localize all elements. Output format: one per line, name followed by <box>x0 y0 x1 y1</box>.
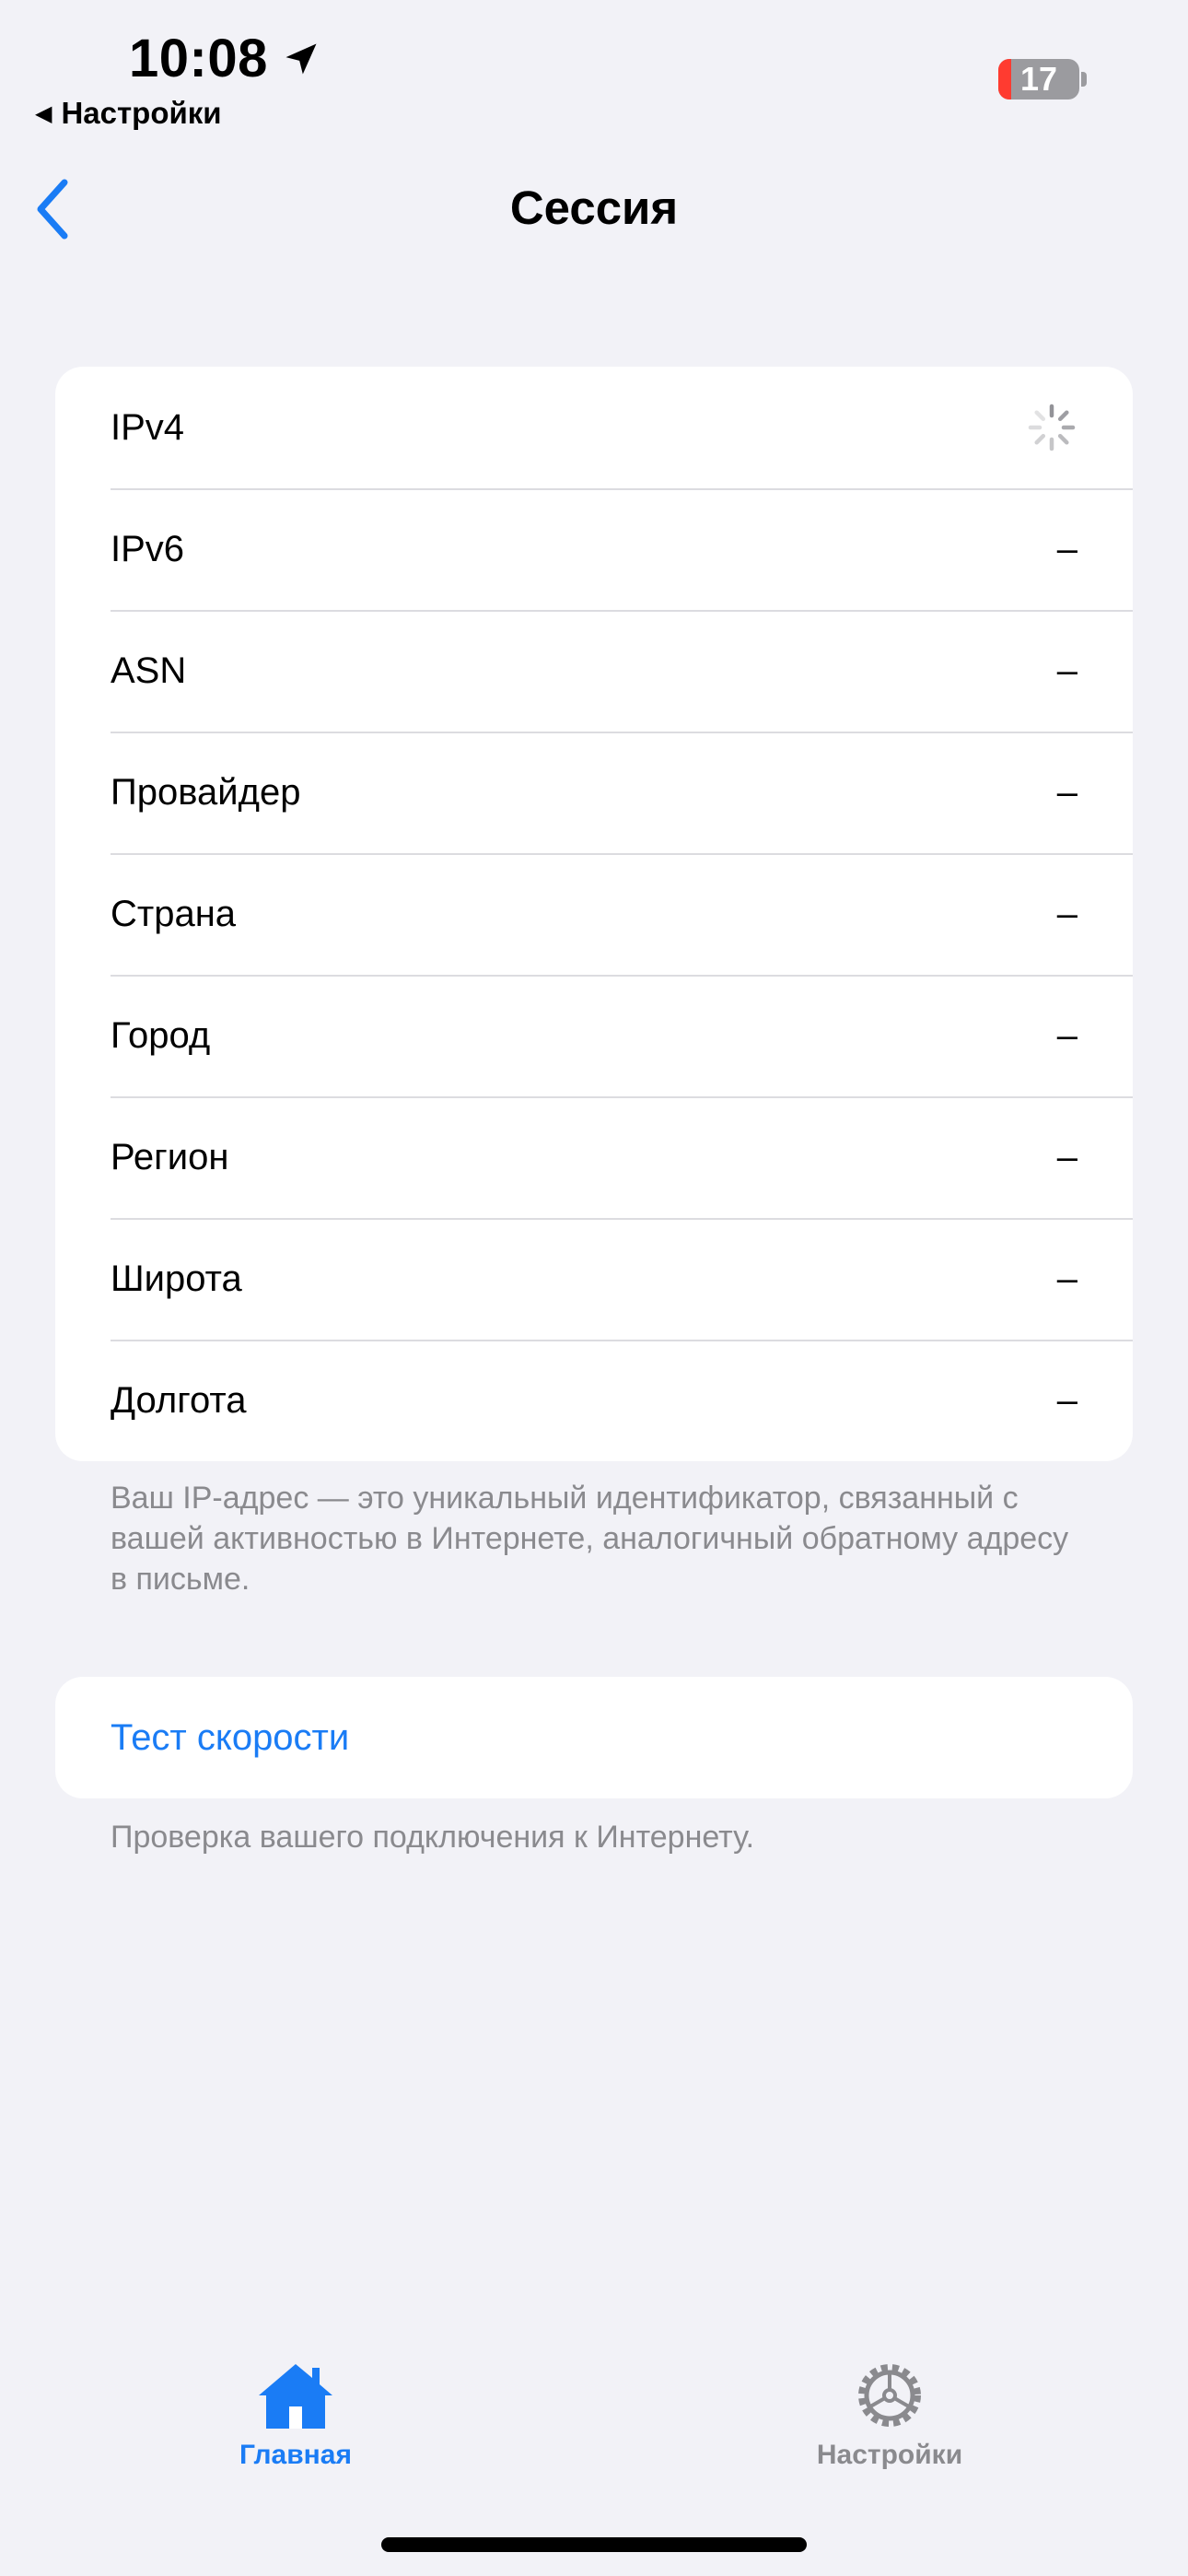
info-row-value: – <box>1056 1379 1077 1421</box>
info-row-label: Провайдер <box>111 771 301 813</box>
info-row-latitude: Широта – <box>55 1218 1133 1340</box>
tab-home-label: Главная <box>239 2440 352 2470</box>
info-row-value: – <box>1056 650 1077 691</box>
battery-level: 17 <box>1019 60 1058 98</box>
back-to-app-link[interactable]: ◀ Настройки <box>35 96 222 131</box>
back-triangle-icon: ◀ <box>35 100 52 126</box>
info-row-longitude: Долгота – <box>55 1340 1133 1461</box>
battery-cap <box>1081 72 1087 87</box>
location-arrow-icon <box>285 43 317 74</box>
battery-indicator: 17 <box>998 59 1079 100</box>
session-info-list: IPv4 IPv6 – ASN – Провайдер – Страна – Г… <box>55 367 1133 1461</box>
home-indicator <box>381 2537 807 2552</box>
speed-test-button[interactable]: Тест скорости <box>55 1677 1133 1798</box>
page-title: Сессия <box>509 181 679 234</box>
info-row-city: Город – <box>55 975 1133 1096</box>
info-row-label: Город <box>111 1014 211 1056</box>
info-row-region: Регион – <box>55 1096 1133 1218</box>
loading-spinner-icon <box>1028 404 1076 451</box>
info-row-label: Долгота <box>111 1379 247 1421</box>
info-row-value: – <box>1056 771 1077 813</box>
info-row-asn: ASN – <box>55 610 1133 732</box>
speed-test-section: Тест скорости <box>55 1677 1133 1798</box>
info-row-provider: Провайдер – <box>55 732 1133 853</box>
info-row-country: Страна – <box>55 853 1133 975</box>
info-row-value: – <box>1056 1258 1077 1299</box>
info-row-value: – <box>1056 528 1077 569</box>
house-icon <box>259 2364 332 2429</box>
info-row-value: – <box>1056 1014 1077 1056</box>
battery-charge-fill <box>998 59 1011 100</box>
tab-home[interactable]: Главная <box>185 2359 406 2471</box>
speed-test-label: Тест скорости <box>111 1716 350 1758</box>
speed-test-footer-text: Проверка вашего подключения к Интернету. <box>111 1820 755 1855</box>
info-row-value: – <box>1056 1136 1077 1177</box>
info-row-label: IPv4 <box>111 406 185 448</box>
status-time: 10:08 <box>129 28 321 89</box>
info-row-label: Регион <box>111 1136 229 1177</box>
info-row-label: Широта <box>111 1258 242 1299</box>
tab-settings-label: Настройки <box>816 2440 963 2470</box>
tab-settings[interactable]: Настройки <box>779 2359 1000 2471</box>
info-row-label: ASN <box>111 650 187 691</box>
info-row-value: – <box>1056 893 1077 934</box>
info-row-label: Страна <box>111 893 237 934</box>
back-app-label: Настройки <box>61 96 222 130</box>
info-row-label: IPv6 <box>111 528 185 569</box>
status-time-text: 10:08 <box>129 29 268 88</box>
screen: 10:08 ◀ Настройки 17 Сессия IPv4 IPv6 – … <box>0 0 1188 2576</box>
info-row-ipv6: IPv6 – <box>55 488 1133 610</box>
info-row-ipv4: IPv4 <box>55 367 1133 488</box>
info-footer-text: Ваш IP-адрес — это уникальный идентифика… <box>111 1481 1069 1597</box>
gear-icon <box>858 2364 921 2427</box>
